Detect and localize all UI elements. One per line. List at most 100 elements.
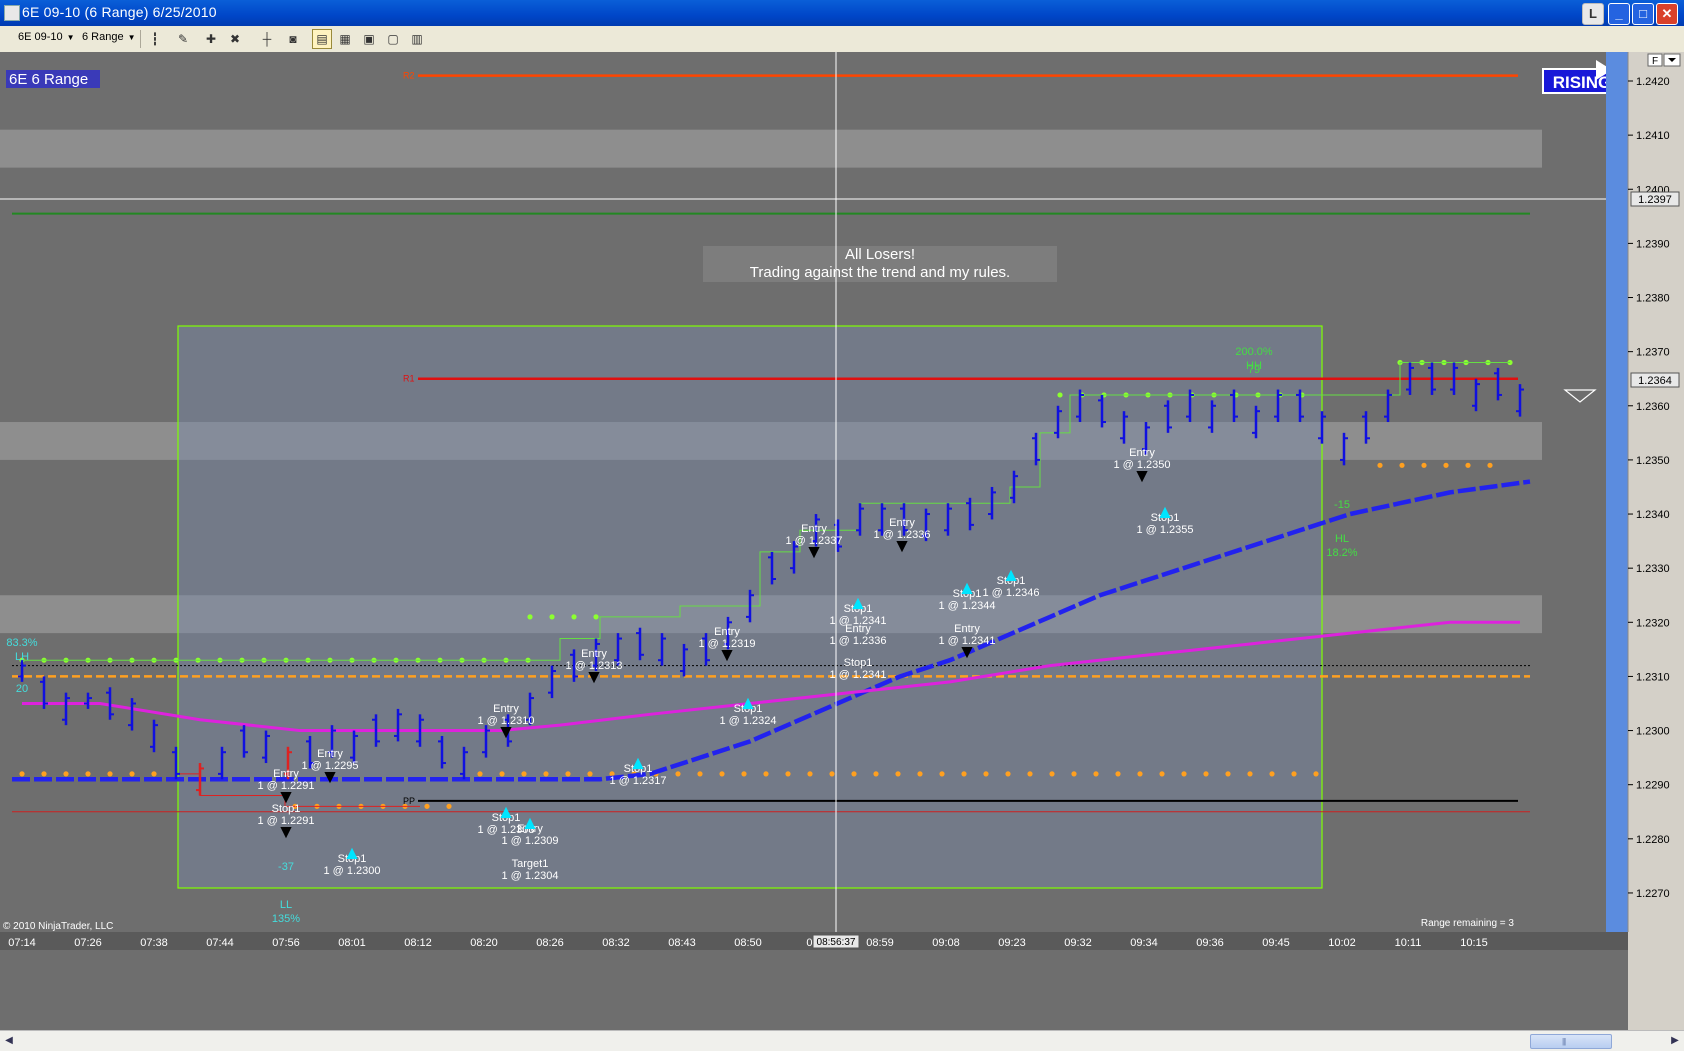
orange-level-dot xyxy=(741,771,747,777)
orange-level-dot xyxy=(851,771,857,777)
price-tick-label: 1.2410 xyxy=(1636,130,1670,142)
trade-detail: 1 @ 1.2300 xyxy=(323,865,380,877)
trade-detail: 1 @ 1.2337 xyxy=(785,535,842,547)
orange-level-dot xyxy=(85,771,91,777)
orange-level-dot xyxy=(1269,771,1275,777)
trade-detail: 1 @ 1.2341 xyxy=(829,669,886,681)
axis-corner xyxy=(1628,932,1684,1030)
orange-level-dot xyxy=(1225,771,1231,777)
price-tick-label: 1.2380 xyxy=(1636,293,1670,305)
data-box-icon[interactable]: ▥ xyxy=(408,30,426,48)
orange-level-dot xyxy=(41,771,47,777)
trade-detail: 1 @ 1.2344 xyxy=(938,600,995,612)
window-title: 6E 09-10 (6 Range) 6/25/2010 xyxy=(22,4,217,20)
time-tick-label: 09:36 xyxy=(1196,937,1224,949)
trade-label-entry: Entry xyxy=(889,517,915,529)
time-tick-label: 07:26 xyxy=(74,937,102,949)
period-selector[interactable]: 6 Range ▼ xyxy=(82,31,136,43)
trade-detail: 1 @ 1.2336 xyxy=(873,529,930,541)
trade-detail: 1 @ 1.2350 xyxy=(1113,459,1170,471)
swing-label: 83.3% xyxy=(6,637,37,649)
strategy-icon[interactable]: ▤ xyxy=(312,29,332,49)
trade-detail: 1 @ 1.2309 xyxy=(501,835,558,847)
bars-type-icon[interactable]: ┇ xyxy=(146,30,164,48)
price-tick-label: 1.2340 xyxy=(1636,509,1670,521)
orange-level-dot xyxy=(961,771,967,777)
orange-level-dot xyxy=(917,771,923,777)
price-tick-label: 1.2390 xyxy=(1636,238,1670,250)
orange-level-dot xyxy=(1399,462,1405,468)
crosshair-price: 1.2397 xyxy=(1638,194,1672,206)
horizontal-scrollbar[interactable]: ◀ ||| ▶ xyxy=(0,1030,1684,1051)
trade-detail: 1 @ 1.2355 xyxy=(1136,524,1193,536)
orange-level-dot xyxy=(719,771,725,777)
trade-detail: 1 @ 1.2310 xyxy=(477,715,534,727)
swing-sublabel: 18.2% xyxy=(1326,547,1357,559)
chart-label: 6E 6 Range xyxy=(9,71,88,88)
orange-level-dot xyxy=(477,771,483,777)
orange-level-dot xyxy=(499,771,505,777)
period-label: 6 Range xyxy=(82,31,124,43)
time-tick-label: 09:23 xyxy=(998,937,1026,949)
scroll-right-icon[interactable]: ▶ xyxy=(1668,1033,1682,1049)
crosshair-icon[interactable]: ┼ xyxy=(258,30,276,48)
orange-level-dot xyxy=(565,771,571,777)
time-tick-label: 07:14 xyxy=(8,937,36,949)
price-tick-label: 1.2300 xyxy=(1636,726,1670,738)
orange-level-dot xyxy=(1313,771,1319,777)
scroll-grip-icon: ||| xyxy=(1562,1037,1566,1046)
minimize-button[interactable]: _ xyxy=(1608,3,1630,25)
scroll-left-icon[interactable]: ◀ xyxy=(2,1033,16,1049)
scroll-thumb[interactable] xyxy=(1530,1034,1612,1049)
orange-level-dot xyxy=(1421,462,1427,468)
zoom-out-icon[interactable]: ✖ xyxy=(226,30,244,48)
snapshot-icon[interactable]: ◙ xyxy=(284,30,302,48)
time-tick-label: 07:56 xyxy=(272,937,300,949)
swing-label: -15 xyxy=(1334,499,1350,511)
green-level-dot xyxy=(527,614,533,620)
axis-f-icon: F xyxy=(1652,56,1658,67)
zoom-in-icon[interactable]: ✚ xyxy=(202,30,220,48)
trade-detail: 1 @ 1.2346 xyxy=(982,587,1039,599)
time-tick-label: 08:50 xyxy=(734,937,762,949)
orange-level-dot xyxy=(63,771,69,777)
orange-level-dot xyxy=(785,771,791,777)
time-tick-label: 09:34 xyxy=(1130,937,1158,949)
price-tick-label: 1.2330 xyxy=(1636,563,1670,575)
trade-detail: 1 @ 1.2313 xyxy=(565,660,622,672)
trade-label-target1: Target1 xyxy=(512,858,549,870)
trade-label-entry: Entry xyxy=(317,748,343,760)
price-tick-label: 1.2320 xyxy=(1636,617,1670,629)
price-chart[interactable]: R2R1PP Entry1 @ 1.2295Entry1 @ 1.2291Sto… xyxy=(0,52,1684,1030)
indicators-icon[interactable]: ▦ xyxy=(336,30,354,48)
time-tick-label: 10:11 xyxy=(1395,937,1422,949)
trade-label-stop1: Stop1 xyxy=(844,657,873,669)
trade-detail: 1 @ 1.2317 xyxy=(609,775,666,787)
time-tick-label: 07:38 xyxy=(140,937,168,949)
pivot-label-r1: R1 xyxy=(403,374,415,384)
orange-level-dot xyxy=(983,771,989,777)
instrument-label: 6E 09-10 xyxy=(18,31,63,43)
trade-detail: 1 @ 1.2341 xyxy=(938,635,995,647)
link-button[interactable]: L xyxy=(1582,3,1604,25)
app-icon xyxy=(4,5,20,21)
orange-level-dot xyxy=(1181,771,1187,777)
time-axis-ticks: 07:14 07:26 07:38 07:44 07:56 08:01 08:12 08:20… xyxy=(8,937,1488,949)
orange-level-dot xyxy=(895,771,901,777)
chart-properties-icon[interactable]: ▣ xyxy=(360,30,378,48)
maximize-button[interactable]: □ xyxy=(1632,3,1654,25)
scroll-panel[interactable] xyxy=(1606,52,1628,932)
draw-pencil-icon[interactable]: ✎ xyxy=(174,30,192,48)
orange-level-dot xyxy=(1093,771,1099,777)
chart-toolbar: 6E 09-10 ▼ 6 Range ▼ ┇ ✎ ✚ ✖ ┼ ◙ ▤ ▦ ▣ ▢ ▥ xyxy=(0,26,1684,53)
time-tick-label: 09:45 xyxy=(1262,937,1290,949)
swing-label: HL xyxy=(1335,533,1349,545)
trade-label-entry: Entry xyxy=(1129,447,1155,459)
properties-icon[interactable]: ▢ xyxy=(384,30,402,48)
orange-level-dot xyxy=(1159,771,1165,777)
time-tick-label: 08:32 xyxy=(602,937,630,949)
close-button[interactable]: ✕ xyxy=(1656,3,1678,25)
orange-level-dot xyxy=(587,771,593,777)
instrument-selector[interactable]: 6E 09-10 ▼ xyxy=(18,31,75,43)
green-level-dot xyxy=(593,614,599,620)
